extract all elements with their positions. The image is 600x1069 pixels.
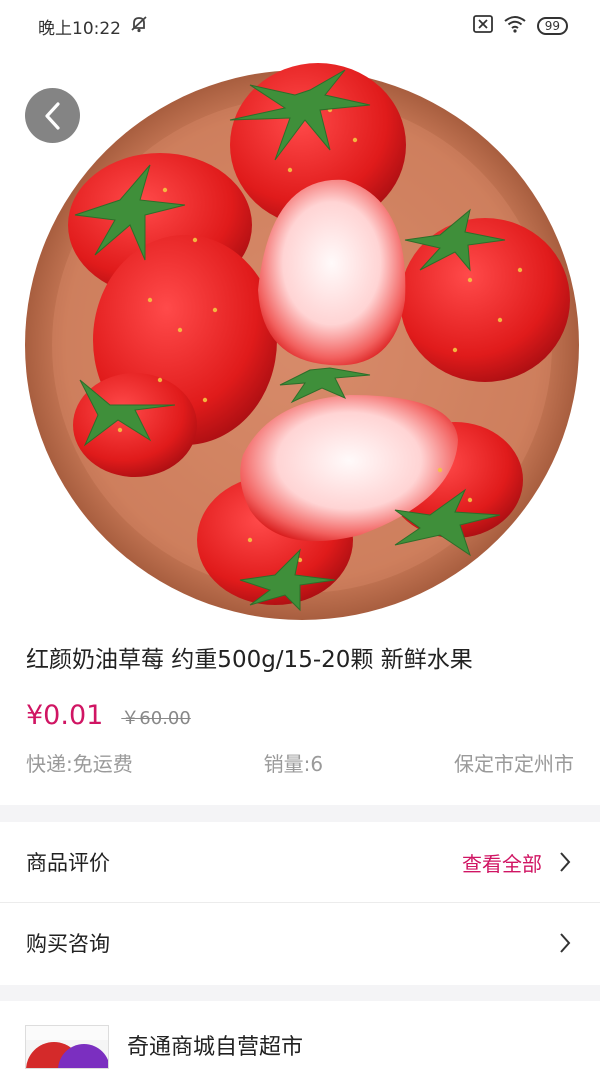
battery-level: 99	[544, 19, 560, 33]
price-row: ¥0.01 ￥60.00	[26, 700, 191, 731]
chevron-right-icon	[560, 933, 571, 953]
chevron-left-icon	[44, 101, 60, 130]
store-logo	[25, 1025, 109, 1069]
wifi-icon	[503, 15, 527, 38]
store-row[interactable]: 奇通商城自营超市	[0, 1001, 600, 1069]
product-info-row: 快递:免运费 销量:6 保定市定州市	[26, 748, 574, 777]
shipping-info: 快递:免运费	[26, 752, 133, 776]
section-divider	[0, 985, 600, 1001]
view-all-link[interactable]: 查看全部	[462, 848, 542, 877]
consult-row[interactable]: 购买咨询	[0, 903, 600, 983]
status-right: 99	[472, 14, 568, 38]
status-time: 晚上10:22	[38, 18, 121, 39]
store-name: 奇通商城自营超市	[127, 1035, 304, 1060]
sim-off-icon	[472, 14, 493, 38]
reviews-right: 查看全部	[462, 848, 572, 877]
original-price: ￥60.00	[121, 708, 191, 729]
battery-icon: 99	[536, 17, 568, 35]
reviews-label: 商品评价	[26, 851, 110, 875]
back-button[interactable]	[25, 88, 80, 143]
chevron-right-icon	[560, 852, 571, 872]
sales-count: 销量:6	[263, 752, 324, 776]
reviews-row[interactable]: 商品评价 查看全部	[0, 822, 600, 902]
status-left: 晚上10:22	[38, 14, 149, 39]
current-price: ¥0.01	[26, 700, 104, 731]
consult-label: 购买咨询	[26, 932, 110, 956]
location: 保定市定州市	[454, 752, 574, 776]
status-bar: 晚上10:22 99	[0, 0, 600, 52]
section-divider	[0, 805, 600, 822]
product-title: 红颜奶油草莓 约重500g/15-20颗 新鲜水果	[26, 647, 473, 673]
product-image[interactable]	[0, 52, 600, 622]
mute-icon	[129, 14, 149, 39]
